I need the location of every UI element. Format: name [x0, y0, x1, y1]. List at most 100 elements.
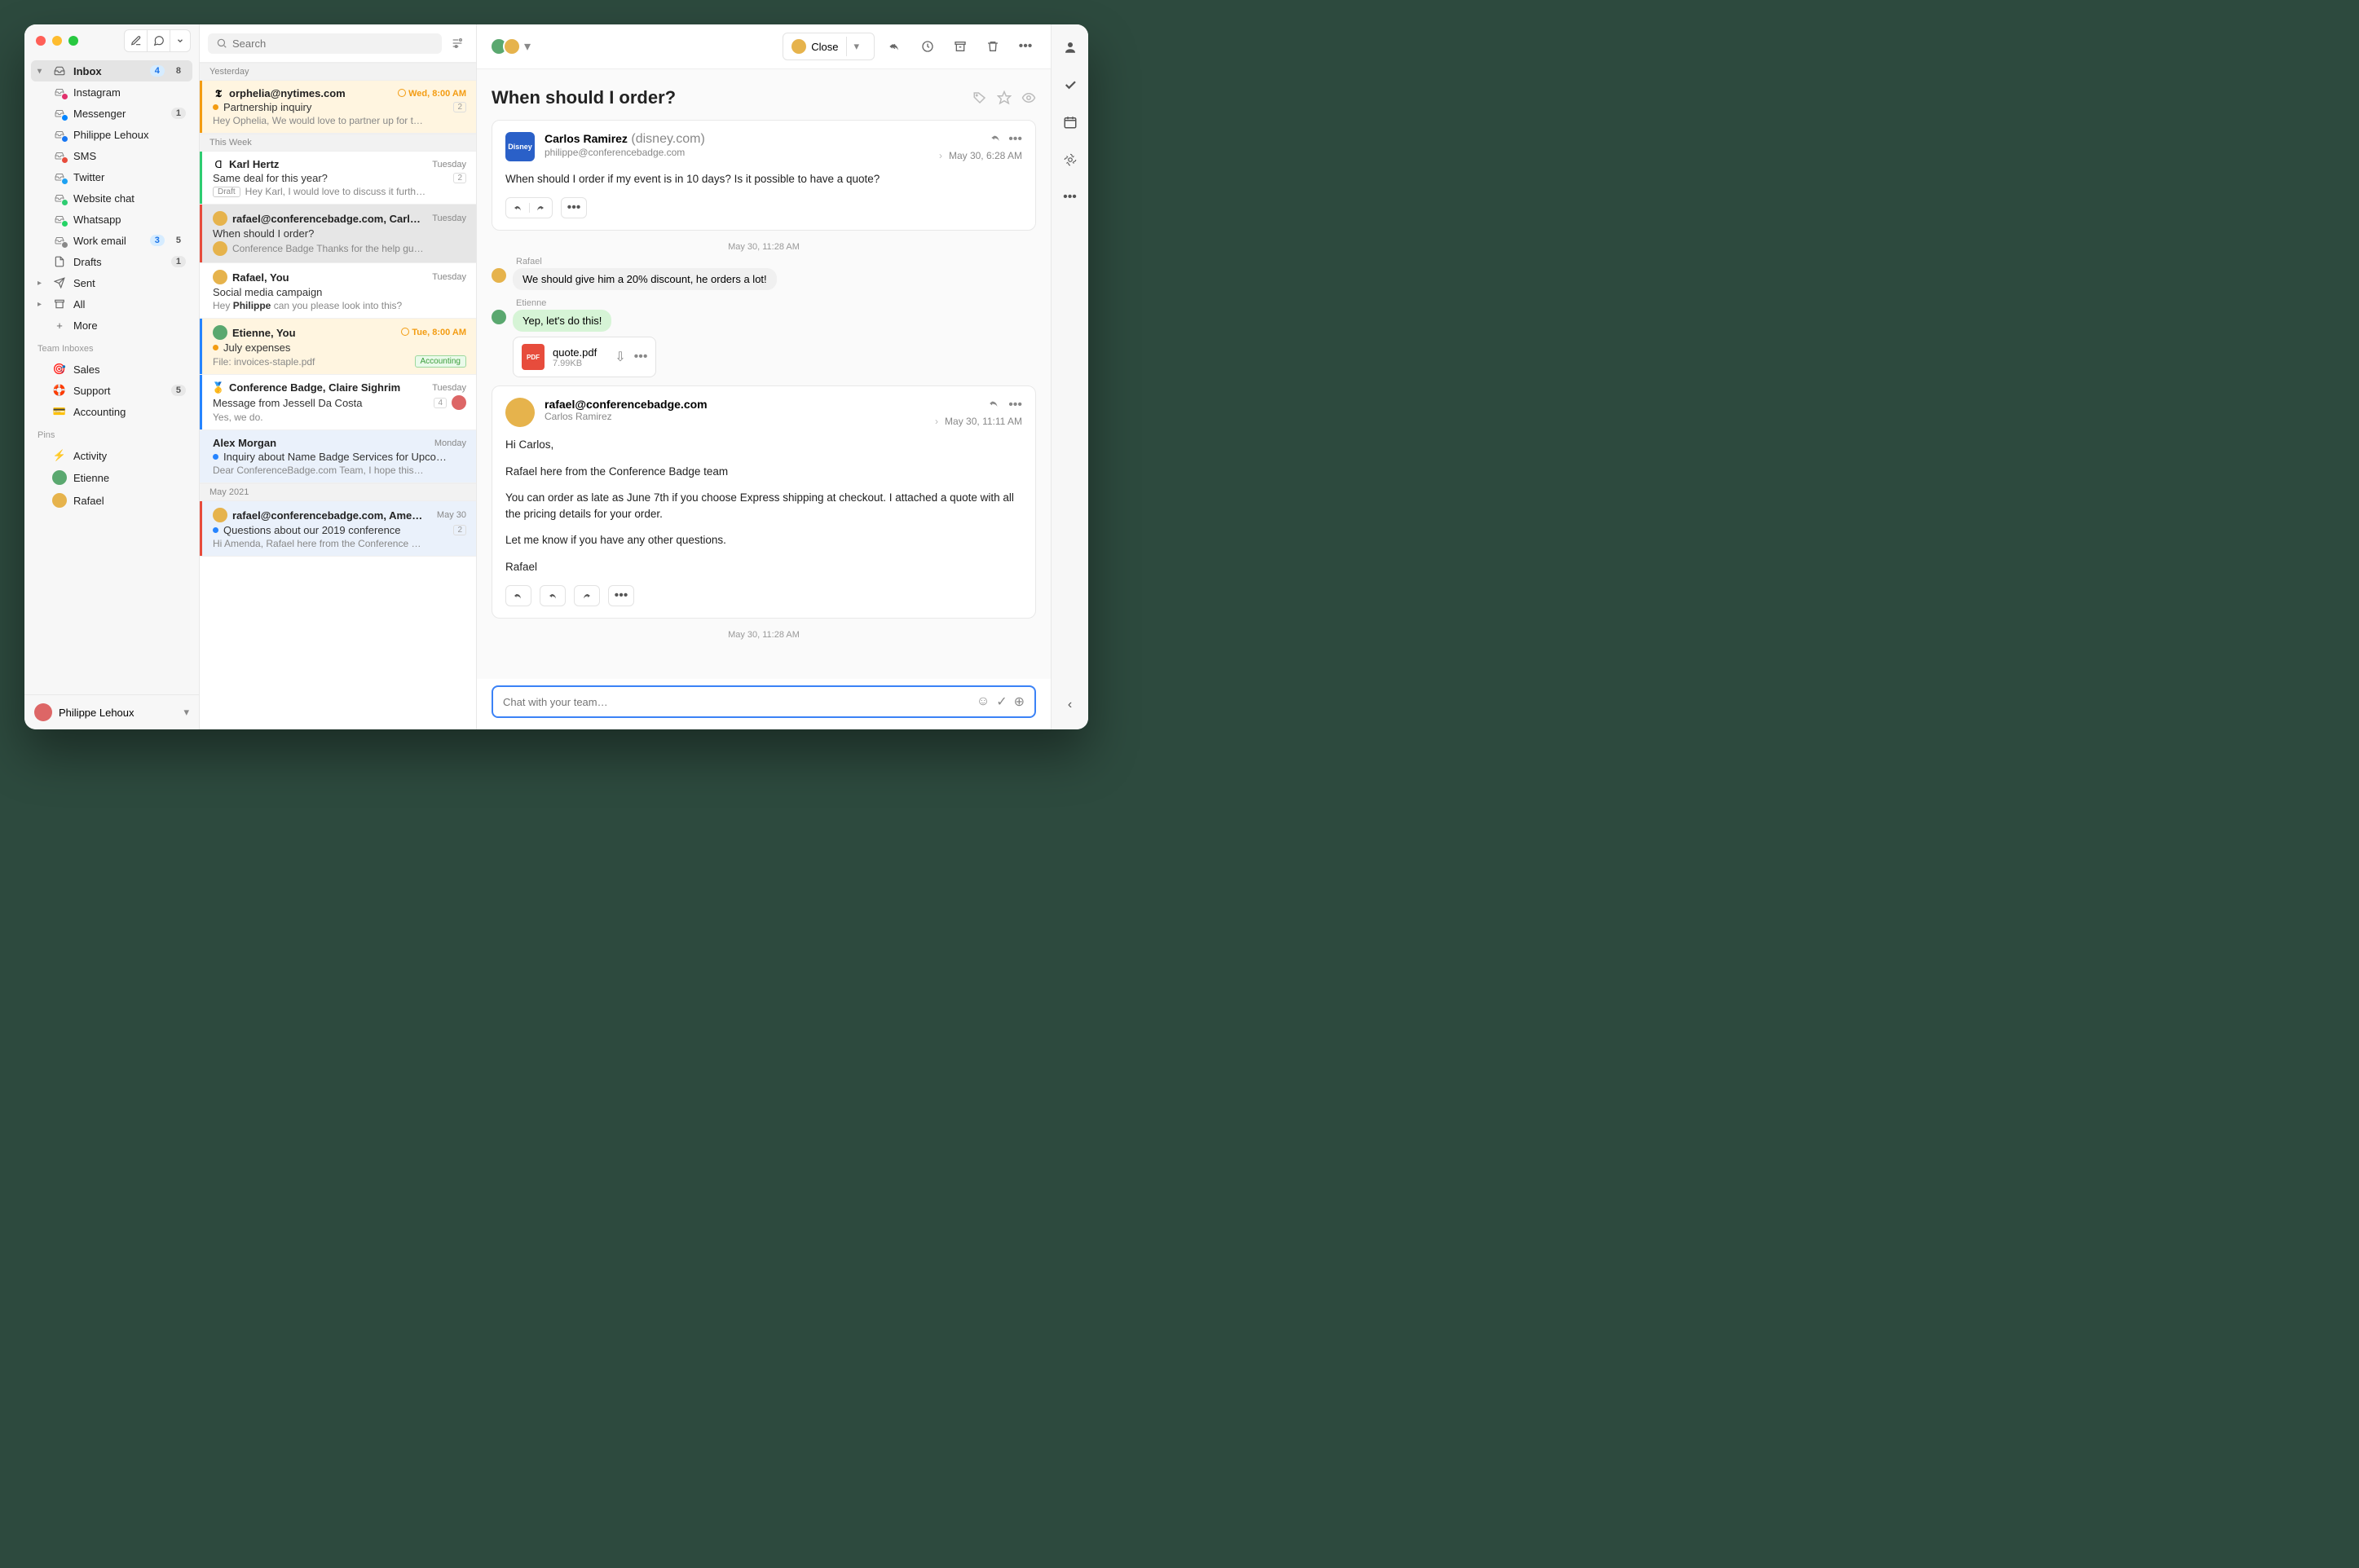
- search-input[interactable]: [232, 37, 434, 50]
- thread-from: rafael@conferencebadge.com, Carl…: [232, 213, 427, 225]
- thread-time: May 30: [437, 510, 466, 520]
- rail-more-icon[interactable]: •••: [1059, 186, 1082, 209]
- thread-row-avatar: [452, 395, 466, 410]
- thread-preview: Dear ConferenceBadge.com Team, I hope th…: [213, 465, 466, 476]
- nav-label: Work email: [73, 235, 143, 247]
- chat-author: Rafael: [516, 257, 1036, 266]
- compose-dropdown[interactable]: [170, 30, 190, 51]
- nav-label: Messenger: [73, 108, 165, 120]
- sidebar-channel-6[interactable]: Whatsapp: [31, 209, 192, 230]
- thread-count: 2: [453, 173, 466, 183]
- reply-all-icon[interactable]: [987, 398, 1002, 412]
- more-icon[interactable]: •••: [1008, 132, 1022, 147]
- chevron-down-icon[interactable]: ▾: [524, 38, 531, 55]
- sidebar-team-2[interactable]: 💳Accounting: [31, 401, 192, 422]
- sidebar-channel-0[interactable]: Instagram: [31, 81, 192, 103]
- sidebar-team-1[interactable]: 🛟Support5: [31, 380, 192, 401]
- sidebar-channel-1[interactable]: Messenger1: [31, 103, 192, 124]
- chat-message-1: We should give him a 20% discount, he or…: [492, 268, 1036, 290]
- message-date: May 30, 11:11 AM: [945, 416, 1022, 427]
- calendar-icon[interactable]: [1059, 111, 1082, 134]
- thread-time: Tuesday: [432, 272, 466, 282]
- add-icon[interactable]: ⊕: [1014, 694, 1025, 710]
- thread-item-1[interactable]: ᗡKarl HertzTuesday Same deal for this ye…: [200, 152, 476, 205]
- thread-subject: Message from Jessell Da Costa: [213, 397, 429, 409]
- attachment-filename: quote.pdf: [553, 346, 597, 359]
- thread-from: rafael@conferencebadge.com, Ame…: [232, 509, 432, 522]
- thread-item-0[interactable]: 𝕿orphelia@nytimes.comWed, 8:00 AM Partne…: [200, 81, 476, 134]
- search-input-wrapper[interactable]: [208, 33, 442, 54]
- thread-item-4[interactable]: Etienne, YouTue, 8:00 AM July expenses F…: [200, 319, 476, 375]
- thread-stripe: [200, 375, 202, 429]
- message-date: May 30, 6:28 AM: [949, 150, 1022, 161]
- more-button[interactable]: •••: [1013, 35, 1038, 58]
- new-discussion-button[interactable]: [148, 30, 170, 51]
- pdf-icon: PDF: [522, 344, 545, 370]
- close-button[interactable]: Close ▾: [783, 33, 875, 60]
- compose-button[interactable]: [125, 30, 148, 51]
- sidebar-channel-5[interactable]: Website chat: [31, 187, 192, 209]
- thread-subject: Social media campaign: [213, 286, 466, 298]
- msg-more-button[interactable]: •••: [608, 585, 634, 606]
- thread-item-3[interactable]: Rafael, YouTuesday Social media campaign…: [200, 263, 476, 319]
- reply-forward-group[interactable]: [505, 197, 553, 218]
- download-icon[interactable]: ⇩: [615, 349, 625, 365]
- channel-icon: [52, 86, 67, 99]
- trash-button[interactable]: [981, 35, 1005, 58]
- thread-item-7[interactable]: rafael@conferencebadge.com, Ame…May 30 Q…: [200, 501, 476, 557]
- reply-all-button[interactable]: [505, 585, 531, 606]
- nav-all[interactable]: ▸ All: [31, 293, 192, 315]
- sidebar-pin-0[interactable]: ⚡Activity: [31, 445, 192, 466]
- star-icon[interactable]: [997, 90, 1012, 105]
- check-icon[interactable]: ✓: [996, 694, 1007, 710]
- more-icon[interactable]: •••: [1008, 398, 1022, 412]
- thread-subject: July expenses: [223, 341, 466, 354]
- sender-name: Carlos Ramirez: [545, 132, 628, 145]
- assignee-avatars[interactable]: [490, 37, 516, 55]
- ai-icon[interactable]: [1059, 148, 1082, 171]
- chat-text: Yep, let's do this!: [513, 310, 611, 332]
- reply-button[interactable]: [540, 585, 566, 606]
- team-icon: 💳: [52, 405, 67, 418]
- archive-button[interactable]: [948, 35, 972, 58]
- profile-icon[interactable]: [1059, 36, 1082, 59]
- attachment[interactable]: PDF quote.pdf 7.99KB ⇩ •••: [513, 337, 656, 377]
- sidebar-channel-2[interactable]: Philippe Lehoux: [31, 124, 192, 145]
- nav-drafts[interactable]: Drafts 1: [31, 251, 192, 272]
- tag-icon[interactable]: [972, 90, 987, 105]
- tasks-icon[interactable]: [1059, 73, 1082, 96]
- reply-all-button[interactable]: [883, 35, 907, 58]
- sidebar-channel-3[interactable]: SMS: [31, 145, 192, 166]
- emoji-icon[interactable]: ☺: [977, 694, 990, 709]
- app-window: ▾ Inbox 4 8 InstagramMessenger1Philippe …: [24, 24, 1088, 729]
- user-switcher[interactable]: Philippe Lehoux ▾: [24, 694, 199, 729]
- forward-button[interactable]: [574, 585, 600, 606]
- chevron-down-icon[interactable]: ▾: [846, 37, 866, 56]
- nav-more[interactable]: + More: [31, 315, 192, 336]
- nav-inbox[interactable]: ▾ Inbox 4 8: [31, 60, 192, 81]
- collapse-rail-icon[interactable]: ‹: [1059, 694, 1082, 716]
- nav-sent[interactable]: ▸ Sent: [31, 272, 192, 293]
- sidebar-channel-4[interactable]: Twitter: [31, 166, 192, 187]
- thread-count: 4: [434, 398, 447, 408]
- filter-button[interactable]: [447, 33, 468, 54]
- thread-item-6[interactable]: Alex MorganMonday Inquiry about Name Bad…: [200, 430, 476, 483]
- msg-more-button[interactable]: •••: [561, 197, 587, 218]
- sidebar-channel-7[interactable]: Work email35: [31, 230, 192, 251]
- thread-item-2[interactable]: rafael@conferencebadge.com, Carl…Tuesday…: [200, 205, 476, 263]
- thread-from: Karl Hertz: [229, 158, 427, 170]
- sidebar-team-0[interactable]: 🎯Sales: [31, 359, 192, 380]
- thread-item-5[interactable]: 🥇Conference Badge, Claire SighrimTuesday…: [200, 375, 476, 430]
- chevron-down-icon: ▾: [37, 67, 46, 76]
- chat-input-field[interactable]: [503, 696, 970, 708]
- thread-subject: Inquiry about Name Badge Services for Up…: [223, 451, 466, 463]
- sidebar-pin-1[interactable]: Etienne: [31, 466, 192, 489]
- snooze-button[interactable]: [915, 35, 940, 58]
- chat-input[interactable]: ☺ ✓ ⊕: [492, 685, 1036, 718]
- thread-from: orphelia@nytimes.com: [229, 87, 393, 99]
- sidebar-pin-2[interactable]: Rafael: [31, 489, 192, 512]
- reply-icon[interactable]: [989, 132, 1002, 147]
- attachment-more-icon[interactable]: •••: [634, 350, 648, 364]
- watch-icon[interactable]: [1021, 90, 1036, 105]
- chevron-right-icon: ▸: [37, 279, 46, 288]
